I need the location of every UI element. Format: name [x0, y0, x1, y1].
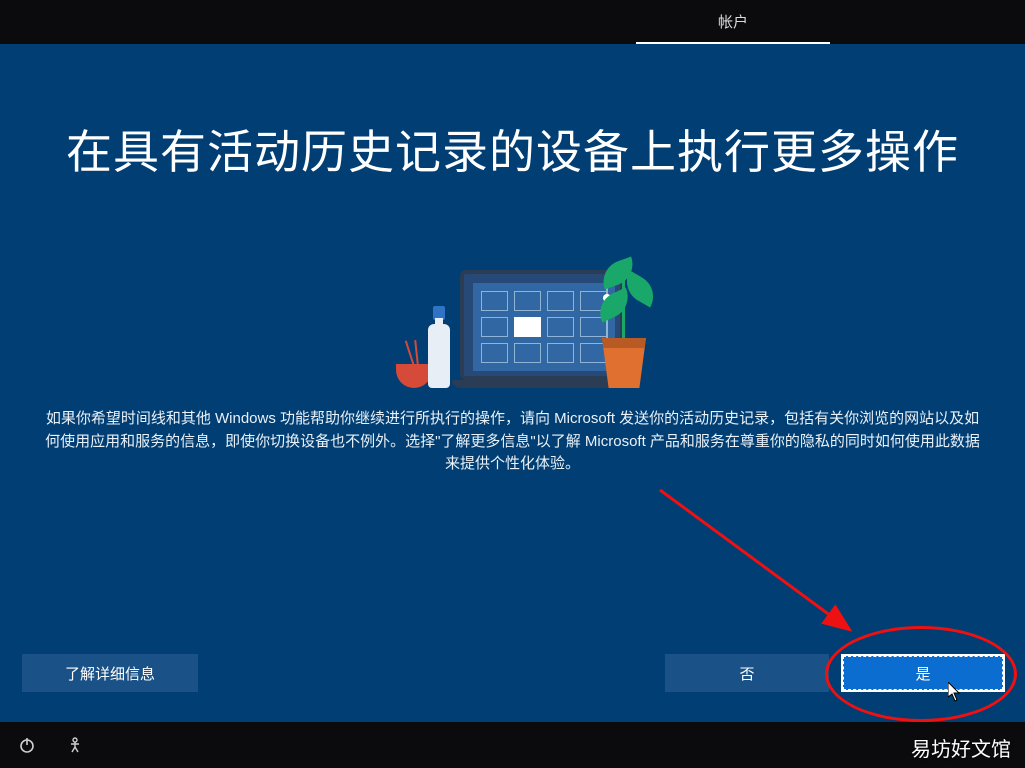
watermark-text: 易坊好文馆	[911, 733, 1011, 762]
page-title: 在具有活动历史记录的设备上执行更多操作	[0, 116, 1025, 182]
top-bar: 帐户	[0, 0, 1025, 44]
annotation-arrow	[650, 480, 910, 660]
bottle-icon	[428, 306, 450, 388]
power-icon[interactable]	[12, 730, 42, 760]
accessibility-icon[interactable]	[60, 730, 90, 760]
yes-label: 是	[915, 663, 930, 684]
no-label: 否	[739, 663, 754, 684]
plant-icon	[592, 260, 662, 388]
tab-label: 帐户	[718, 11, 748, 32]
no-button[interactable]: 否	[665, 654, 829, 692]
learn-more-button[interactable]: 了解详细信息	[22, 654, 198, 692]
illustration	[392, 260, 662, 400]
learn-more-label: 了解详细信息	[65, 663, 155, 684]
description-text: 如果你希望时间线和其他 Windows 功能帮助你继续进行所执行的操作，请向 M…	[40, 408, 985, 476]
tab-account[interactable]: 帐户	[636, 0, 830, 44]
yes-button[interactable]: 是	[841, 654, 1005, 692]
bottom-bar: 易坊好文馆	[0, 722, 1025, 768]
